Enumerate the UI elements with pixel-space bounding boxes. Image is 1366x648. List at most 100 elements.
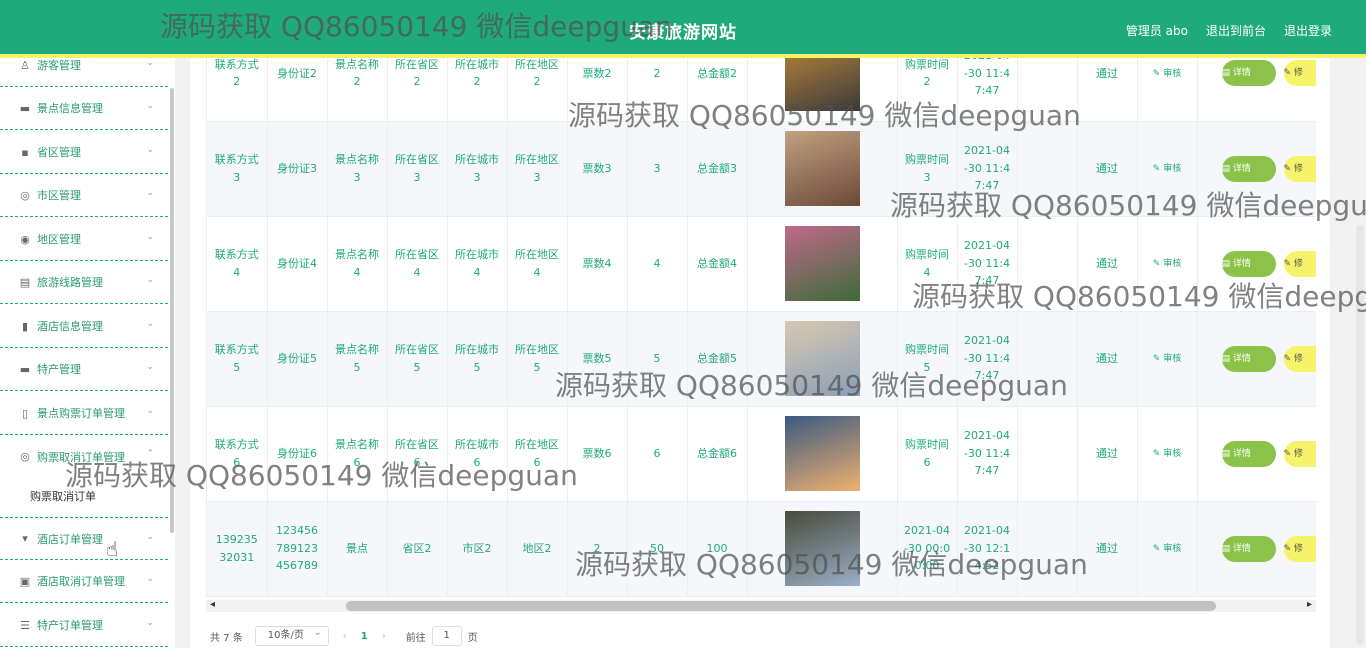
edit-button[interactable]: ✎ 修 [1283,155,1316,182]
logout-link[interactable]: 退出登录 [1284,22,1332,39]
chevron-down-icon: ⌄ [146,145,154,155]
table-cell: 购票时间4 [897,216,958,312]
table-cell: 购票时间2 [897,58,958,122]
scroll-right-icon[interactable]: ▸ [1307,599,1312,610]
audit-button[interactable]: ✎ 审核 [1153,354,1181,364]
sidebar-item-label: 景点购票订单管理 [37,407,125,420]
status-cell: 通过 [1077,311,1138,407]
table-cell: 联系方式4 [207,216,268,312]
chevron-down-icon: ⌄ [146,232,154,242]
audit-label: 审核 [1163,543,1182,554]
table-cell: 联系方式2 [207,58,268,122]
scenic-thumbnail [784,131,860,206]
table-cell: 所在省区2 [387,58,448,122]
table-cell: 票数3 [567,121,628,217]
back-to-front-link[interactable]: 退出到前台 [1206,22,1266,39]
goto-label: 前往 [405,632,426,644]
sidebar-item-area[interactable]: ◉ 地区管理 ⌄ [0,218,168,261]
edit-button[interactable]: ✎ 修 [1283,345,1316,372]
sidebar-item-route[interactable]: ▤ 旅游线路管理 ⌄ [0,261,168,304]
table-cell: 50 [627,501,688,597]
edit-icon: ✎ [1283,448,1294,459]
horizontal-scrollbar[interactable]: ◂ ▸ [206,599,1316,612]
image-cell [747,311,898,407]
scrollbar-thumb[interactable] [346,601,1216,611]
edit-button[interactable]: ✎ 修 [1283,440,1316,467]
edit-button[interactable]: ✎ 修 [1283,535,1316,562]
sidebar-item-city[interactable]: ◎ 市区管理 ⌄ [0,174,168,217]
detail-button[interactable]: ▤ 详情 [1221,155,1276,182]
audit-button[interactable]: ✎ 审核 [1153,259,1181,269]
table-cell: 2021-04-30 11:47:47 [957,216,1018,312]
sidebar-item-hotel-orders[interactable]: ▾ 酒店订单管理 ⌄ [0,517,168,560]
edit-button[interactable]: ✎ 修 [1283,250,1316,277]
detail-label: 详情 [1232,163,1251,174]
edit-icon: ✎ [1283,163,1294,174]
sidebar-item-label: 酒店信息管理 [37,320,103,333]
next-page-button[interactable]: › [382,631,386,642]
sidebar-item-scenic[interactable]: ▬ 景点信息管理 ⌄ [0,87,168,130]
status-cell: 通过 [1077,58,1138,122]
sidebar-item-hotel-cancel[interactable]: ▣ 酒店取消订单管理 ⌄ [0,560,168,603]
actions-cell: ▤ 详情 ✎ 修 [1197,216,1316,312]
sidebar-item-specialty-orders[interactable]: ☰ 特产订单管理 ⌄ [0,604,168,647]
table-cell: 所在地区4 [507,216,568,312]
table-cell: 总金额4 [687,216,748,312]
detail-button[interactable]: ▤ 详情 [1221,345,1276,372]
table-cell: 所在城市2 [447,58,508,122]
table-cell: 所在地区3 [507,121,568,217]
chevron-down-icon: ⌄ [146,406,154,416]
table-cell: 联系方式6 [207,406,268,502]
orders-table-wrapper: 联系方式2 身份证2 景点名称2 所在省区2 所在城市2 所在地区2 票数2 2 总金额2 购票时… [206,58,1316,598]
page-scrollbar[interactable] [1356,225,1364,645]
table-cell: 所在省区6 [387,406,448,502]
sidebar-item-hotel[interactable]: ▮ 酒店信息管理 ⌄ [0,305,168,348]
table-cell: 总金额3 [687,121,748,217]
scroll-left-icon[interactable]: ◂ [210,599,215,610]
chevron-down-icon: ⌄ [146,574,154,584]
detail-button[interactable]: ▤ 详情 [1221,250,1276,277]
audit-label: 审核 [1163,68,1182,79]
table-cell: 地区2 [507,501,568,597]
table-cell: 所在地区6 [507,406,568,502]
sidebar-item-ticket-cancel[interactable]: ◎ 购票取消订单管理 ⌃ [0,435,168,478]
status-cell: 通过 [1077,501,1138,597]
monitor-icon: ▬ [19,101,31,115]
current-page[interactable]: 1 [361,631,368,642]
sidebar-item-ticket-orders[interactable]: ▯ 景点购票订单管理 ⌄ [0,392,168,435]
chevron-up-icon: ⌃ [146,449,154,459]
page-size-select[interactable]: 10条/页 [254,624,329,646]
table-cell: 总金额6 [687,406,748,502]
menu-icon: ☰ [20,618,30,632]
table-cell [1017,501,1078,597]
sidebar-item-tourist[interactable]: ♙ 游客管理 ⌄ [0,58,168,87]
actions-cell: ▤ 详情 ✎ 修 [1197,501,1316,597]
image-cell [747,58,898,122]
phone-icon: ▯ [21,406,29,420]
detail-label: 详情 [1232,448,1251,459]
image-cell [747,501,898,597]
prev-page-button[interactable]: ‹ [343,631,347,642]
goto-page-input[interactable]: 1 [431,626,462,646]
detail-button[interactable]: ▤ 详情 [1221,535,1276,562]
sidebar-item-specialty[interactable]: ▬ 特产管理 ⌄ [0,348,168,391]
audit-button[interactable]: ✎ 审核 [1153,69,1181,79]
sidebar-item-label: 旅游线路管理 [37,276,103,289]
audit-button[interactable]: ✎ 审核 [1153,449,1181,459]
edit-button[interactable]: ✎ 修 [1283,60,1316,87]
submenu-item-ticket-cancel-orders[interactable]: 购票取消订单 [0,474,168,517]
edit-icon: ✎ [1152,353,1164,364]
sidebar-item-province[interactable]: ▪ 省区管理 ⌄ [0,131,168,174]
detail-button[interactable]: ▤ 详情 [1221,440,1276,467]
table-cell: 2 [567,501,628,597]
audit-label: 审核 [1163,448,1182,459]
audit-button[interactable]: ✎ 审核 [1153,164,1181,174]
audit-button[interactable]: ✎ 审核 [1153,544,1181,554]
document-icon: ▤ [1221,68,1233,79]
edit-icon: ✎ [1152,68,1164,79]
sidebar-scrollbar[interactable] [170,88,174,533]
table-cell: 景点名称6 [327,406,388,502]
detail-button[interactable]: ▤ 详情 [1221,60,1276,87]
table-cell: 景点名称2 [327,58,388,122]
scenic-thumbnail [784,321,860,396]
